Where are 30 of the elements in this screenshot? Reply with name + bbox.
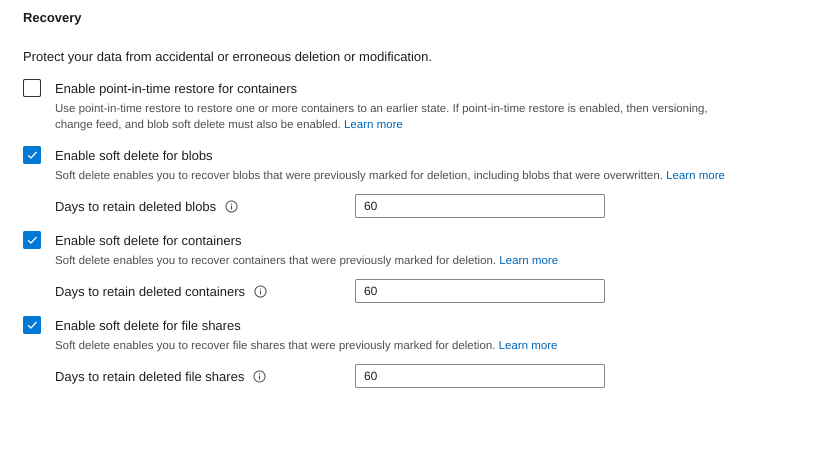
field-label: Days to retain deleted blobs bbox=[55, 198, 216, 214]
learn-more-link[interactable]: Learn more bbox=[666, 170, 725, 182]
checkbox-label: Enable soft delete for file shares bbox=[55, 318, 241, 332]
checkbox-label: Enable soft delete for containers bbox=[55, 232, 242, 248]
option-description: Use point-in-time restore to restore one or more containers to an earlier state. If point-in-time restore is enabled, then versioning, change feed, and blob soft delete must also be enabled. Learn more bbox=[55, 102, 709, 133]
checkbox[interactable] bbox=[23, 146, 41, 164]
info-icon[interactable] bbox=[225, 200, 238, 212]
learn-more-link[interactable]: Learn more bbox=[498, 340, 558, 352]
option-description: Soft delete enables you to recover file shares that were previously marked for deletion. Learn more bbox=[55, 339, 558, 354]
checkmark-icon bbox=[26, 234, 38, 246]
checkbox-label: Enable point-in-time restore for containers bbox=[55, 80, 298, 96]
checkbox[interactable] bbox=[23, 79, 41, 97]
info-icon[interactable] bbox=[254, 284, 268, 298]
learn-more-link[interactable]: Learn more bbox=[499, 255, 558, 267]
section-title: Recovery bbox=[23, 9, 83, 27]
option-description: Soft delete enables you to recover containers that were previously marked for deletion. Learn more bbox=[55, 254, 560, 269]
field-label: Days to retain deleted file shares bbox=[55, 368, 244, 384]
checkbox-label: Enable soft delete for blobs bbox=[55, 148, 213, 162]
checkmark-icon bbox=[26, 319, 38, 331]
section-description: Protect your data from accidental or erroneous deletion or modification. bbox=[23, 48, 433, 66]
learn-more-link[interactable]: Learn more bbox=[344, 119, 403, 131]
checkbox[interactable] bbox=[23, 231, 41, 249]
days-input-field[interactable]: 60 bbox=[355, 194, 605, 218]
days-input-field[interactable]: 60 bbox=[355, 364, 605, 388]
info-icon[interactable] bbox=[253, 370, 266, 382]
checkmark-icon bbox=[26, 149, 38, 161]
days-input-field[interactable]: 60 bbox=[355, 279, 605, 303]
option-description: Soft delete enables you to recover blobs that were previously marked for deletion, including blobs that were overwritten. Learn more bbox=[55, 169, 726, 184]
checkbox[interactable] bbox=[23, 316, 41, 334]
field-label: Days to retain deleted containers bbox=[55, 284, 246, 298]
